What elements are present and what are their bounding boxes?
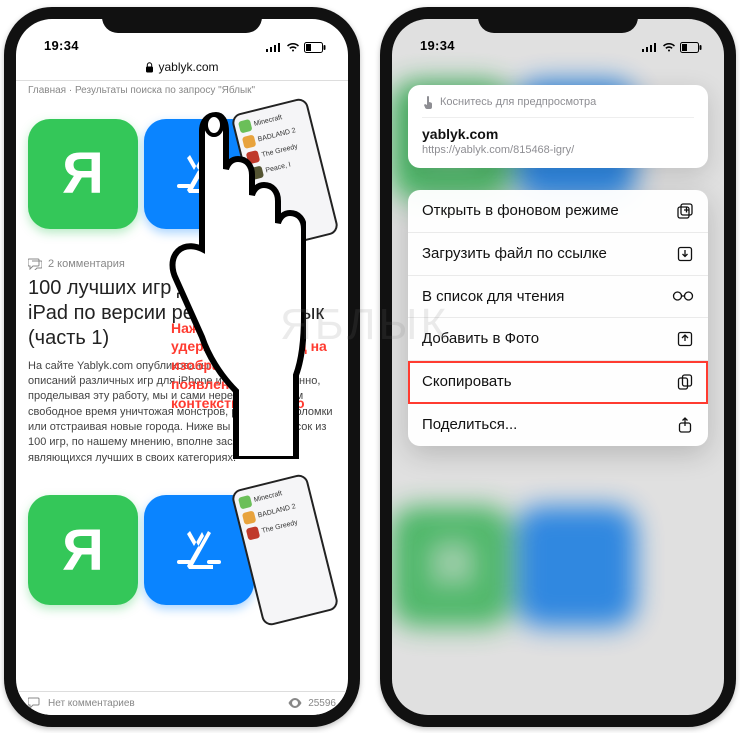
add-photo-icon bbox=[676, 330, 694, 348]
preview-url: https://yablyk.com/815468-igry/ bbox=[422, 144, 694, 156]
views-count: 25596 bbox=[308, 698, 336, 709]
tile-green-letter: Я bbox=[62, 140, 104, 207]
battery-icon bbox=[304, 42, 326, 53]
menu-item-label: Загрузить файл по ссылке bbox=[422, 245, 607, 262]
status-icons bbox=[642, 42, 702, 53]
menu-item-open-bg[interactable]: Открыть в фоновом режиме bbox=[408, 190, 708, 233]
no-comments: Нет комментариев bbox=[48, 698, 135, 709]
comments-icon bbox=[28, 258, 42, 270]
app-row-label: Peace, I bbox=[265, 160, 292, 173]
phone-mock: Minecraft BADLAND 2 The Greedy bbox=[230, 473, 340, 628]
menu-item-label: Поделиться... bbox=[422, 416, 517, 433]
phone-left: 19:34 yablyk.com Главная · Результаты по… bbox=[4, 7, 360, 727]
appstore-icon bbox=[167, 518, 231, 582]
breadcrumb[interactable]: Главная · Результаты поиска по запросу "… bbox=[16, 81, 348, 98]
comments-bottom[interactable]: Нет комментариев 25596 bbox=[16, 691, 348, 715]
phone-right: 19:34 Я Я bbox=[380, 7, 736, 727]
annotation-text: Нажмите и удерживайте палец на изображен… bbox=[171, 319, 331, 413]
screen-left: 19:34 yablyk.com Главная · Результаты по… bbox=[16, 19, 348, 715]
tile-green: Я bbox=[28, 119, 138, 229]
screen-right: 19:34 Я Я bbox=[392, 19, 724, 715]
context-menu: Открыть в фоновом режиме Загрузить файл п… bbox=[408, 190, 708, 446]
menu-item-label: Открыть в фоновом режиме bbox=[422, 202, 619, 219]
menu-item-label: В список для чтения bbox=[422, 288, 564, 305]
menu-item-glasses[interactable]: В список для чтения bbox=[408, 276, 708, 318]
phone-mock: Minecraft BADLAND 2 The Greedy Peace, I bbox=[230, 96, 340, 251]
download-icon bbox=[676, 245, 694, 263]
menu-item-share[interactable]: Поделиться... bbox=[408, 404, 708, 446]
menu-item-add-photo[interactable]: Добавить в Фото bbox=[408, 318, 708, 361]
preview-hint-text: Коснитесь для предпросмотра bbox=[440, 96, 596, 108]
menu-item-label: Скопировать bbox=[422, 373, 512, 390]
battery-icon bbox=[680, 42, 702, 53]
tile-green-letter: Я bbox=[62, 517, 104, 584]
hero-image-2[interactable]: Я Minecraft BADLAND 2 The Greedy bbox=[28, 476, 336, 624]
eye-icon bbox=[288, 698, 302, 708]
menu-item-download[interactable]: Загрузить файл по ссылке bbox=[408, 233, 708, 276]
app-row-label: Minecraft bbox=[253, 490, 283, 504]
notch bbox=[478, 7, 638, 33]
hand-tap-icon bbox=[422, 95, 434, 109]
app-row-label: Minecraft bbox=[253, 113, 283, 127]
notch bbox=[102, 7, 262, 33]
menu-item-label: Добавить в Фото bbox=[422, 330, 539, 347]
signal-icon bbox=[642, 42, 658, 52]
link-preview-card[interactable]: Коснитесь для предпросмотра yablyk.com h… bbox=[408, 85, 708, 168]
wifi-icon bbox=[662, 42, 676, 52]
wifi-icon bbox=[286, 42, 300, 52]
signal-icon bbox=[266, 42, 282, 52]
menu-item-copy[interactable]: Скопировать bbox=[408, 361, 708, 404]
url-domain: yablyk.com bbox=[158, 60, 218, 74]
glasses-icon bbox=[672, 290, 694, 302]
hero-image[interactable]: Я Minecraft BADLAND 2 The Greedy Peace, … bbox=[28, 100, 336, 248]
copy-icon bbox=[676, 373, 694, 391]
share-icon bbox=[676, 416, 694, 434]
comments-top[interactable]: 2 комментария bbox=[16, 254, 348, 276]
appstore-icon bbox=[167, 142, 231, 206]
tile-green: Я bbox=[28, 495, 138, 605]
app-row-label: The Greedy bbox=[261, 142, 299, 158]
url-bar[interactable]: yablyk.com bbox=[16, 55, 348, 81]
app-row-label: BADLAND 2 bbox=[257, 126, 296, 142]
comments-icon bbox=[28, 697, 42, 709]
status-time: 19:34 bbox=[44, 38, 79, 53]
lock-icon bbox=[145, 62, 154, 73]
status-icons bbox=[266, 42, 326, 53]
status-time: 19:34 bbox=[420, 38, 455, 53]
open-bg-icon bbox=[676, 202, 694, 220]
preview-domain: yablyk.com bbox=[422, 126, 694, 142]
comments-count: 2 комментария bbox=[48, 258, 125, 270]
app-row-label: The Greedy bbox=[261, 519, 299, 535]
